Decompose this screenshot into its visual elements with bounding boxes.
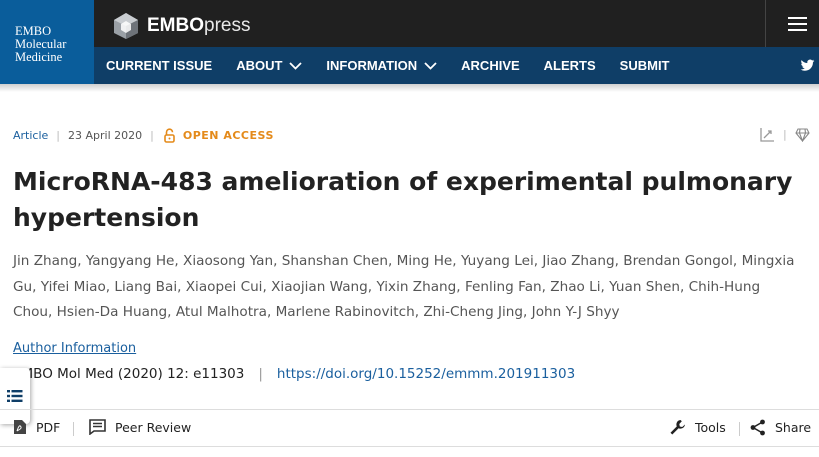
pdf-icon (14, 420, 26, 434)
chevron-down-icon (289, 61, 303, 70)
journal-logo[interactable]: EMBO Molecular Medicine (0, 0, 94, 84)
divider (73, 422, 74, 436)
edit-chart-icon[interactable] (760, 127, 775, 142)
article-type[interactable]: Article (13, 129, 48, 142)
article-toolbar: PDF Peer Review Tools Share (0, 409, 819, 447)
author-information-link[interactable]: Author Information (13, 341, 136, 356)
citation-line: EMBO Mol Med (2020) 12: e11303 | https:/… (13, 366, 575, 382)
chevron-down-icon (424, 61, 437, 70)
open-lock-icon (164, 128, 175, 143)
wrench-icon (670, 420, 685, 435)
tools-button[interactable]: Tools (669, 419, 726, 436)
main-nav: CURRENT ISSUE ABOUT INFORMATION ARCHIVE … (94, 47, 682, 84)
share-icon (750, 419, 765, 436)
article-badges: | (760, 127, 810, 142)
open-access-badge: OPEN ACCESS (182, 129, 274, 142)
pdf-button[interactable]: PDF (13, 419, 60, 435)
publication-date: 23 April 2020 (68, 129, 143, 142)
nav-alerts[interactable]: ALERTS (544, 58, 596, 73)
list-icon (7, 390, 23, 402)
publisher-name: EMBOpress (147, 15, 251, 36)
diamond-icon[interactable] (795, 127, 810, 142)
nav-about[interactable]: ABOUT (236, 58, 303, 73)
peer-review-button[interactable]: Peer Review (89, 419, 191, 435)
nav-information[interactable]: INFORMATION (326, 58, 437, 73)
nav-archive[interactable]: ARCHIVE (461, 58, 520, 73)
article-title: MicroRNA-483 amelioration of experimenta… (13, 167, 793, 232)
doi-link[interactable]: https://doi.org/10.15252/emmm.201911303 (277, 366, 575, 382)
hamburger-menu-button[interactable] (765, 0, 819, 47)
divider (739, 422, 740, 436)
share-button[interactable]: Share (750, 419, 811, 436)
divider: | (783, 128, 787, 141)
pdf-label: PDF (36, 419, 61, 435)
share-label: Share (775, 420, 812, 435)
nav-submit[interactable]: SUBMIT (620, 58, 670, 73)
journal-logo-line: Medicine (15, 50, 63, 64)
peer-review-label: Peer Review (115, 419, 192, 435)
divider: | (56, 129, 61, 142)
divider: | (258, 366, 263, 382)
author-list[interactable]: Jin Zhang, Yangyang He, Xiaosong Yan, Sh… (13, 249, 803, 326)
tools-label: Tools (695, 420, 726, 435)
nav-current-issue[interactable]: CURRENT ISSUE (106, 58, 212, 73)
divider: | (150, 129, 154, 142)
cube-icon (114, 13, 138, 39)
twitter-icon[interactable] (800, 58, 815, 73)
citation-text: EMBO Mol Med (2020) 12: e11303 (13, 366, 245, 382)
publisher-logo[interactable]: EMBOpress (112, 12, 250, 40)
article-meta: Article | 23 April 2020 | OPEN ACCESS (13, 128, 274, 143)
comment-icon (89, 419, 106, 435)
header-shadow (0, 84, 819, 92)
